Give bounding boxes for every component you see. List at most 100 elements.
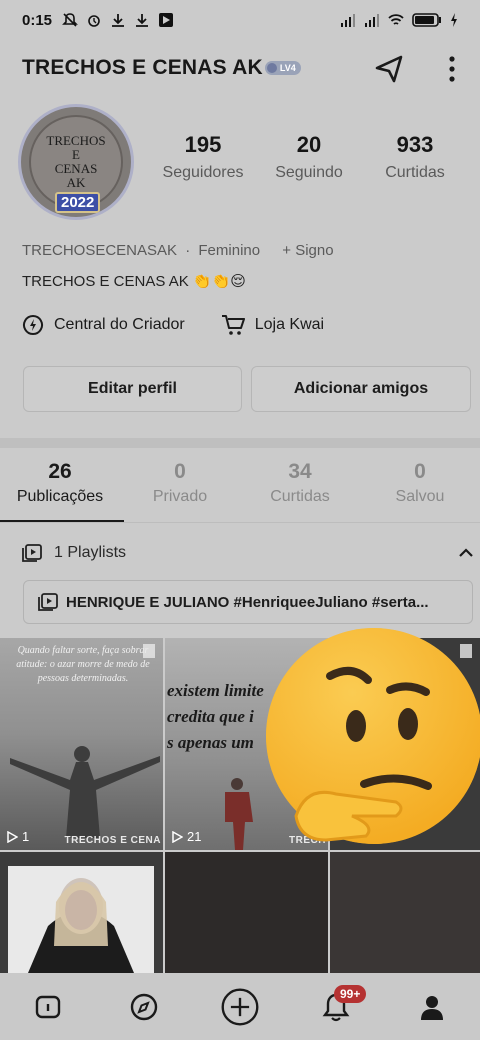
view-count: 1 [6,829,29,844]
tab-label: Salvou [395,488,445,505]
watermark: TRECHOS E CENA [64,835,161,846]
stat-label: Seguidores [162,164,244,181]
playlists-count-label: 1 Playlists [54,544,127,561]
profile-stats: 195 Seguidores 20 Seguindo 933 Curtidas [150,132,470,182]
creator-center-link[interactable]: Central do Criador [22,314,185,336]
play-store-icon [159,13,174,27]
stat-following[interactable]: 20 Seguindo [256,132,362,182]
profile-title: TRECHOS E CENAS AK [22,56,263,79]
avatar-line: CENAS [54,161,98,176]
stat-count: 195 [184,132,222,157]
mute-bell-icon [62,13,78,27]
playlist-icon [22,544,42,562]
nav-create[interactable] [220,987,260,1027]
wifi-icon [388,14,404,25]
quote-line: s apenas um [167,733,254,752]
thinking-face-icon [266,628,480,844]
edit-profile-button[interactable]: Editar perfil [23,366,242,412]
stat-label: Curtidas [385,164,445,181]
tabs-underline [0,522,480,523]
more-options-icon[interactable] [440,52,464,86]
playlists-header[interactable]: 1 Playlists [22,540,474,566]
video-thumbnail[interactable] [0,852,163,973]
tab-count: 0 [174,460,186,483]
add-friends-button[interactable]: Adicionar amigos [251,366,471,412]
profile-meta: TRECHOSECENASAK · Feminino + Signo [22,242,338,259]
kwai-shop-link[interactable]: Loja Kwai [221,314,324,336]
creator-links: Central do Criador Loja Kwai [22,314,324,336]
charging-icon [451,13,457,27]
avatar-year-badge: 2022 [55,192,101,213]
tab-count: 26 [48,460,72,483]
status-system-icons [340,13,458,27]
playlist-title: HENRIQUE E JULIANO #HenriqueeJuliano #se… [66,593,429,611]
section-divider [0,438,480,448]
tab-likes[interactable]: 34 Curtidas [240,460,360,524]
lightning-icon [23,315,43,335]
stat-followers[interactable]: 195 Seguidores [150,132,256,182]
level-badge-icon [266,63,277,73]
share-icon[interactable] [372,52,406,86]
level-badge-text: LV4 [279,63,296,73]
stat-count: 20 [296,132,322,157]
creator-center-label: Central do Criador [54,316,185,333]
profile-icon [421,995,443,1020]
battery-icon [412,13,441,27]
tab-label: Publicações [16,488,104,505]
quote-line: existem limite [167,681,264,700]
stat-likes[interactable]: 933 Curtidas [362,132,468,182]
cart-icon [221,315,245,335]
play-icon [172,830,183,843]
nav-profile[interactable] [412,987,452,1027]
nav-discover[interactable] [124,987,164,1027]
kwai-shop-label: Loja Kwai [254,316,325,333]
tab-count: 0 [414,460,426,483]
profile-header: TRECHOS E CENAS AK LV4 [0,44,480,92]
signal-icon [341,14,355,27]
avatar-line: AK [66,175,86,190]
meta-separator: · [185,242,191,259]
chevron-up-icon[interactable] [458,548,474,558]
thumbnail-quote: existem limite credita que i s apenas um [167,678,264,756]
gender: Feminino [198,242,261,259]
playlist-item[interactable]: HENRIQUE E JULIANO #HenriqueeJuliano #se… [23,580,473,624]
plus-circle-icon [221,988,259,1025]
tab-label: Curtidas [270,488,330,505]
username: TRECHOSECENASAK [22,242,178,259]
download-icon [112,14,125,27]
video-thumbnail[interactable] [165,852,328,973]
stat-label: Seguindo [275,164,343,181]
bottom-navigation: 99+ [0,973,480,1040]
thumbnail-quote: Quando faltar sorte, faça sobrar atitude… [16,645,150,684]
notification-badge: 99+ [334,984,367,1003]
playlist-icon [38,593,58,611]
download-icon [136,14,149,27]
nav-notifications[interactable]: 99+ [316,984,367,1027]
tab-publications[interactable]: 26 Publicações [0,460,120,524]
video-thumbnail[interactable]: Quando faltar sorte, faça sobrar atitude… [0,638,163,850]
nav-home[interactable] [28,987,68,1027]
compass-icon [130,993,158,1020]
video-thumbnail[interactable] [330,852,480,973]
profile-tabs: 26 Publicações 0 Privado 34 Curtidas 0 S… [0,460,480,524]
view-count: 21 [171,829,201,844]
person-arms-open-image [10,746,160,838]
add-sign-link[interactable]: + Signo [282,242,333,259]
stat-count: 933 [396,132,434,157]
alarm-icon [88,15,100,27]
home-icon [35,995,61,1018]
tab-private[interactable]: 0 Privado [120,460,240,524]
play-icon [7,830,18,843]
quote-line: credita que i [167,707,254,726]
tab-count: 34 [288,460,312,483]
avatar[interactable]: TRECHOS E CENAS AK 2022 [18,104,134,220]
status-notification-icons [62,13,174,27]
profile-bio: TRECHOS E CENAS AK 👏👏😌 [22,273,246,290]
profile-screen: 0:15 TRECHOS E CENAS AK LV4 TRECHOS E CE… [0,0,480,1040]
avatar-line: TRECHOS [46,133,106,148]
pin-icon [143,644,155,658]
avatar-line: E [72,147,80,162]
view-count-text: 21 [187,829,202,844]
tab-saved[interactable]: 0 Salvou [360,460,480,524]
status-bar: 0:15 [0,0,480,40]
